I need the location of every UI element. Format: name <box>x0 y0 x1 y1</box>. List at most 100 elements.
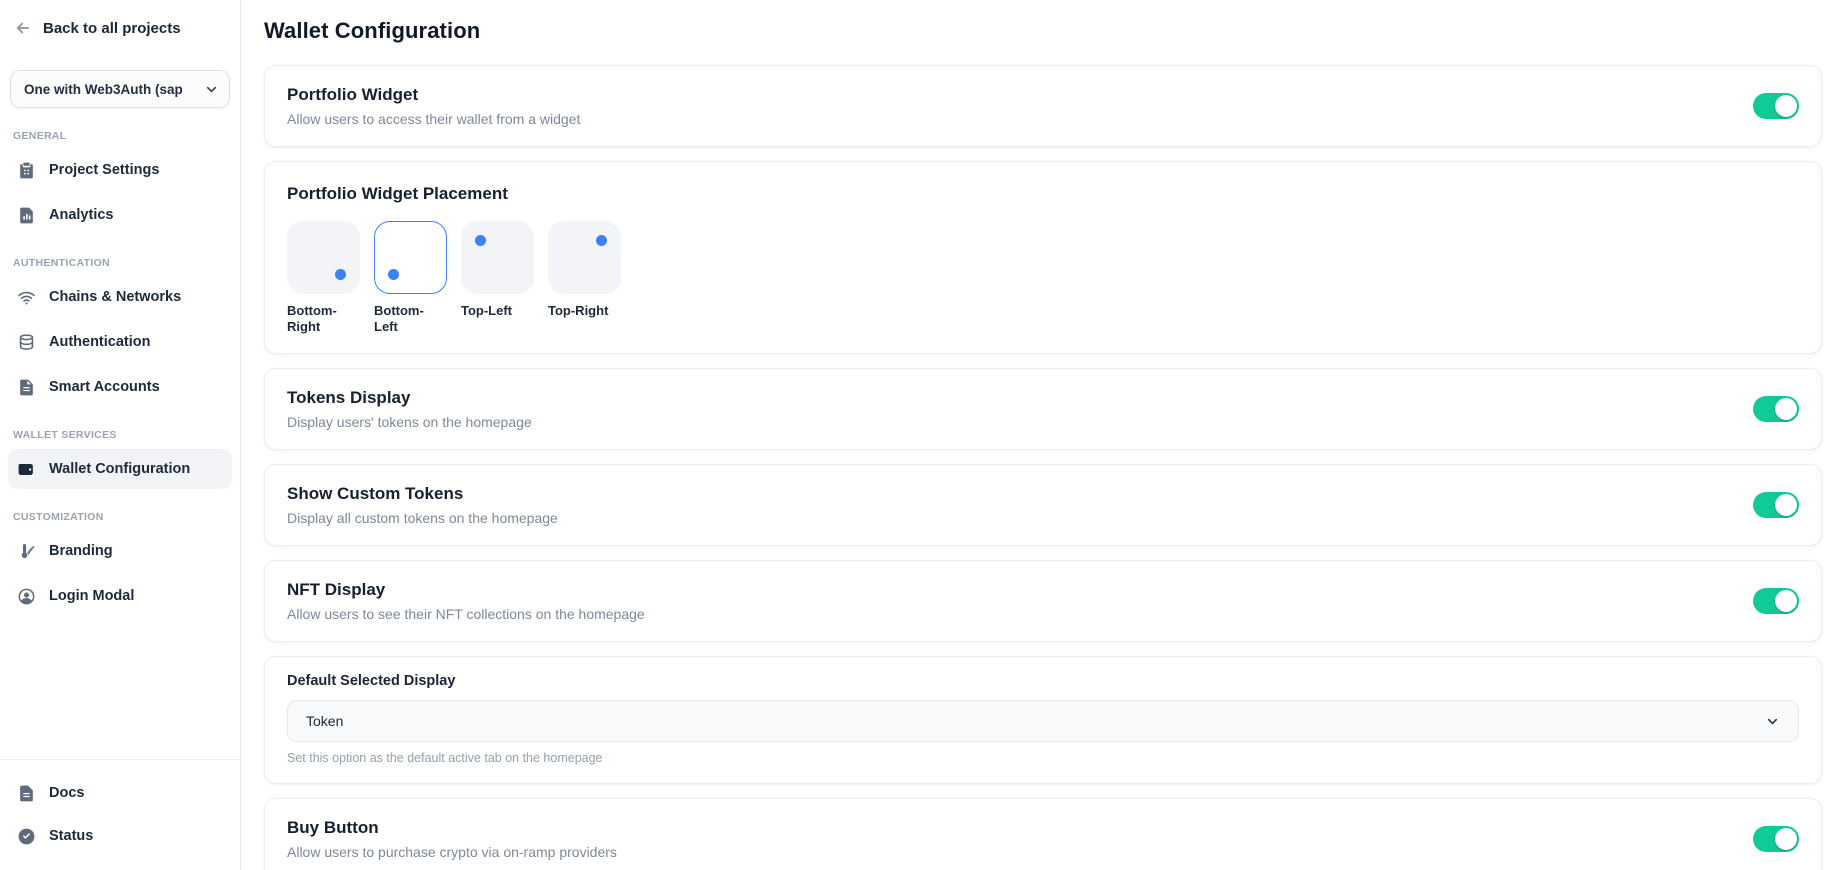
placement-option-bottom-left[interactable]: Bottom-Left <box>374 221 447 335</box>
tokens-display-text: Tokens Display Display users' tokens on … <box>287 386 532 432</box>
nft-display-text: NFT Display Allow users to see their NFT… <box>287 578 645 624</box>
sidebar-item-status[interactable]: Status <box>8 817 232 855</box>
portfolio-widget-toggle[interactable] <box>1753 93 1799 119</box>
nft-display-card: NFT Display Allow users to see their NFT… <box>264 560 1822 642</box>
buy-button-toggle[interactable] <box>1753 826 1799 852</box>
section-label-wallet-services: WALLET SERVICES <box>13 429 227 441</box>
sidebar-item-branding[interactable]: Branding <box>8 531 232 571</box>
card-description: Allow users to access their wallet from … <box>287 110 580 129</box>
card-description: Display all custom tokens on the homepag… <box>287 509 558 528</box>
project-selector-value: One with Web3Auth (sap <box>24 82 204 97</box>
placement-tile-selected <box>374 221 447 294</box>
placement-options: Bottom-Right Bottom-Left Top-Left Top-Ri… <box>287 221 1799 335</box>
portfolio-widget-placement-card: Portfolio Widget Placement Bottom-Right … <box>264 161 1822 354</box>
placement-option-top-right[interactable]: Top-Right <box>548 221 621 335</box>
sidebar-item-label: Chains & Networks <box>49 289 181 305</box>
select-value: Token <box>306 713 1765 729</box>
toggle-knob <box>1775 590 1797 612</box>
project-selector[interactable]: One with Web3Auth (sap <box>10 70 230 108</box>
placement-dot-icon <box>596 235 607 246</box>
sidebar-item-analytics[interactable]: Analytics <box>8 195 232 235</box>
sidebar: Back to all projects One with Web3Auth (… <box>0 0 241 870</box>
doc-icon <box>17 784 36 803</box>
chevron-down-icon <box>1765 714 1780 729</box>
sidebar-item-label: Authentication <box>49 334 151 350</box>
select-helper-text: Set this option as the default active ta… <box>287 751 1799 765</box>
user-circle-icon <box>17 587 36 606</box>
section-label-customization: CUSTOMIZATION <box>13 511 227 523</box>
placement-dot-icon <box>475 235 486 246</box>
placement-dot-icon <box>335 269 346 280</box>
card-title: Portfolio Widget Placement <box>287 182 1799 206</box>
placement-option-bottom-right[interactable]: Bottom-Right <box>287 221 360 335</box>
placement-label: Top-Right <box>548 303 621 319</box>
back-label: Back to all projects <box>43 20 181 37</box>
database-icon <box>17 333 36 352</box>
card-description: Allow users to see their NFT collections… <box>287 605 645 624</box>
card-description: Allow users to purchase crypto via on-ra… <box>287 843 617 862</box>
sidebar-item-label: Branding <box>49 543 113 559</box>
placement-tile <box>548 221 621 294</box>
arrow-left-icon <box>14 19 32 37</box>
check-circle-icon <box>17 827 36 846</box>
sidebar-spacer <box>0 621 240 759</box>
wifi-icon <box>17 288 36 307</box>
sidebar-item-docs[interactable]: Docs <box>8 774 232 812</box>
show-custom-tokens-card: Show Custom Tokens Display all custom to… <box>264 464 1822 546</box>
buy-button-card: Buy Button Allow users to purchase crypt… <box>264 798 1822 870</box>
card-description: Display users' tokens on the homepage <box>287 413 532 432</box>
placement-label: Bottom-Right <box>287 303 360 335</box>
show-custom-tokens-text: Show Custom Tokens Display all custom to… <box>287 482 558 528</box>
select-label: Default Selected Display <box>287 673 1799 689</box>
card-title: Portfolio Widget <box>287 83 580 107</box>
placement-dot-icon <box>388 269 399 280</box>
sidebar-item-label: Wallet Configuration <box>49 461 190 477</box>
analytics-chart-icon <box>17 206 36 225</box>
sidebar-item-label: Analytics <box>49 207 113 223</box>
sidebar-footer: Docs Status <box>0 759 240 870</box>
brush-icon <box>17 542 36 561</box>
sidebar-item-chains-networks[interactable]: Chains & Networks <box>8 277 232 317</box>
tokens-display-card: Tokens Display Display users' tokens on … <box>264 368 1822 450</box>
sidebar-item-label: Smart Accounts <box>49 379 160 395</box>
placement-tile <box>461 221 534 294</box>
sidebar-item-label: Docs <box>49 785 84 801</box>
page-title: Wallet Configuration <box>264 18 1822 44</box>
default-selected-display-card: Default Selected Display Token Set this … <box>264 656 1822 784</box>
tokens-display-toggle[interactable] <box>1753 396 1799 422</box>
default-display-select[interactable]: Token <box>287 700 1799 742</box>
buy-button-text: Buy Button Allow users to purchase crypt… <box>287 816 617 862</box>
app-root: Back to all projects One with Web3Auth (… <box>0 0 1840 870</box>
placement-label: Top-Left <box>461 303 534 319</box>
toggle-knob <box>1775 398 1797 420</box>
sidebar-item-wallet-configuration[interactable]: Wallet Configuration <box>8 449 232 489</box>
sidebar-nav: GENERAL Project Settings Analytics AUTHE… <box>0 108 240 621</box>
section-label-authentication: AUTHENTICATION <box>13 257 227 269</box>
sidebar-item-authentication[interactable]: Authentication <box>8 322 232 362</box>
card-title: Tokens Display <box>287 386 532 410</box>
sidebar-item-smart-accounts[interactable]: Smart Accounts <box>8 367 232 407</box>
placement-label: Bottom-Left <box>374 303 447 335</box>
sidebar-item-project-settings[interactable]: Project Settings <box>8 150 232 190</box>
chevron-down-icon <box>204 82 219 97</box>
section-label-general: GENERAL <box>13 130 227 142</box>
sidebar-item-label: Login Modal <box>49 588 134 604</box>
back-to-projects-button[interactable]: Back to all projects <box>0 0 240 37</box>
toggle-knob <box>1775 494 1797 516</box>
main-content: Wallet Configuration Portfolio Widget Al… <box>241 0 1840 870</box>
sidebar-item-label: Project Settings <box>49 162 159 178</box>
card-title: Show Custom Tokens <box>287 482 558 506</box>
sidebar-item-label: Status <box>49 828 93 844</box>
card-title: NFT Display <box>287 578 645 602</box>
portfolio-widget-text: Portfolio Widget Allow users to access t… <box>287 83 580 129</box>
nft-display-toggle[interactable] <box>1753 588 1799 614</box>
toggle-knob <box>1775 95 1797 117</box>
placement-tile <box>287 221 360 294</box>
portfolio-widget-card: Portfolio Widget Allow users to access t… <box>264 65 1822 147</box>
file-icon <box>17 378 36 397</box>
wallet-icon <box>17 460 36 479</box>
sidebar-item-login-modal[interactable]: Login Modal <box>8 576 232 616</box>
clipboard-icon <box>17 161 36 180</box>
show-custom-tokens-toggle[interactable] <box>1753 492 1799 518</box>
placement-option-top-left[interactable]: Top-Left <box>461 221 534 335</box>
